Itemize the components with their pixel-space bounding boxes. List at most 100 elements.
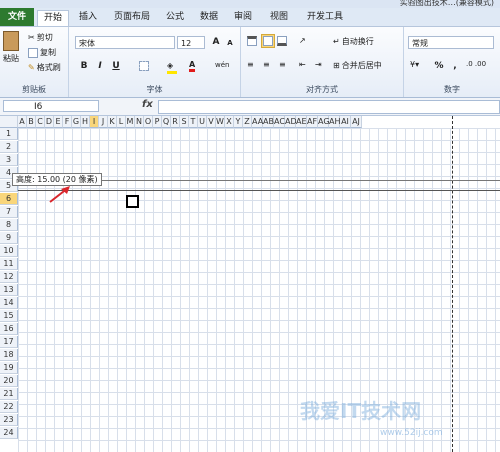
column-header-AA[interactable]: AA bbox=[252, 116, 263, 128]
increase-indent-button[interactable]: ⇥ bbox=[315, 60, 322, 69]
column-header-AD[interactable]: AD bbox=[285, 116, 297, 128]
underline-button[interactable]: U bbox=[109, 60, 123, 73]
tab-home[interactable]: 开始 bbox=[37, 10, 69, 26]
row-header-3[interactable]: 3 bbox=[0, 154, 18, 166]
decrease-indent-button[interactable]: ⇤ bbox=[299, 60, 306, 69]
align-top-button[interactable] bbox=[247, 36, 257, 46]
font-size-select[interactable]: 12 bbox=[177, 36, 205, 49]
bold-button[interactable]: B bbox=[77, 60, 91, 73]
row-header-10[interactable]: 10 bbox=[0, 245, 18, 257]
row-header-19[interactable]: 19 bbox=[0, 362, 18, 374]
merge-center-button[interactable]: ⊞ 合并后居中 bbox=[333, 60, 382, 71]
tab-file[interactable]: 文件 bbox=[0, 8, 34, 26]
column-header-V[interactable]: V bbox=[207, 116, 216, 128]
column-header-Y[interactable]: Y bbox=[234, 116, 243, 128]
name-box[interactable]: I6 bbox=[3, 100, 99, 112]
row-header-21[interactable]: 21 bbox=[0, 388, 18, 400]
number-format-select[interactable]: 常规 bbox=[408, 36, 494, 49]
row-header-13[interactable]: 13 bbox=[0, 284, 18, 296]
border-button[interactable] bbox=[139, 61, 149, 71]
row-header-15[interactable]: 15 bbox=[0, 310, 18, 322]
function-icon[interactable]: fx bbox=[142, 99, 153, 110]
font-name-select[interactable]: 宋体 bbox=[75, 36, 175, 49]
column-header-AC[interactable]: AC bbox=[274, 116, 285, 128]
column-header-Z[interactable]: Z bbox=[243, 116, 252, 128]
cut-button[interactable]: ✂ 剪切 bbox=[28, 32, 53, 43]
row-header-7[interactable]: 7 bbox=[0, 206, 18, 218]
column-header-X[interactable]: X bbox=[225, 116, 234, 128]
column-header-P[interactable]: P bbox=[153, 116, 162, 128]
comma-button[interactable]: , bbox=[448, 60, 462, 73]
row-header-16[interactable]: 16 bbox=[0, 323, 18, 335]
column-header-E[interactable]: E bbox=[54, 116, 63, 128]
row-header-1[interactable]: 1 bbox=[0, 128, 18, 140]
column-header-AE[interactable]: AE bbox=[296, 116, 307, 128]
column-header-W[interactable]: W bbox=[216, 116, 225, 128]
row-header-23[interactable]: 23 bbox=[0, 414, 18, 426]
paste-button[interactable]: 粘贴 bbox=[3, 31, 19, 64]
tab-insert[interactable]: 插入 bbox=[74, 10, 102, 25]
column-header-C[interactable]: C bbox=[36, 116, 45, 128]
grow-font-button[interactable]: A bbox=[209, 36, 223, 49]
format-painter-button[interactable]: ✎ 格式刷 bbox=[28, 62, 61, 73]
column-header-G[interactable]: G bbox=[72, 116, 81, 128]
orientation-button[interactable]: ↗ bbox=[299, 36, 306, 45]
column-header-D[interactable]: D bbox=[45, 116, 54, 128]
align-left-button[interactable]: ≡ bbox=[247, 60, 254, 69]
currency-button[interactable]: ¥▾ bbox=[410, 60, 419, 69]
row-header-6[interactable]: 6 bbox=[0, 193, 18, 205]
align-middle-button[interactable] bbox=[261, 34, 275, 48]
tab-page-layout[interactable]: 页面布局 bbox=[108, 10, 156, 25]
column-header-AJ[interactable]: AJ bbox=[351, 116, 362, 128]
fill-color-button[interactable]: ◈ bbox=[167, 61, 177, 74]
tab-developer[interactable]: 开发工具 bbox=[302, 10, 348, 25]
row-header-12[interactable]: 12 bbox=[0, 271, 18, 283]
formula-input[interactable] bbox=[158, 100, 500, 114]
row-header-2[interactable]: 2 bbox=[0, 141, 18, 153]
column-header-O[interactable]: O bbox=[144, 116, 153, 128]
italic-button[interactable]: I bbox=[93, 60, 107, 73]
column-header-F[interactable]: F bbox=[63, 116, 72, 128]
align-right-button[interactable]: ≡ bbox=[279, 60, 286, 69]
column-header-A[interactable]: A bbox=[18, 116, 27, 128]
row-header-22[interactable]: 22 bbox=[0, 401, 18, 413]
shrink-font-button[interactable]: A bbox=[223, 37, 237, 50]
percent-button[interactable]: % bbox=[432, 60, 446, 73]
align-center-button[interactable]: ≡ bbox=[263, 60, 270, 69]
align-bottom-button[interactable] bbox=[277, 36, 287, 46]
tab-review[interactable]: 审阅 bbox=[230, 10, 256, 25]
column-header-AB[interactable]: AB bbox=[263, 116, 274, 128]
column-header-AI[interactable]: AI bbox=[340, 116, 351, 128]
row-header-17[interactable]: 17 bbox=[0, 336, 18, 348]
wrap-text-button[interactable]: ↵ 自动换行 bbox=[333, 36, 374, 47]
tab-formulas[interactable]: 公式 bbox=[162, 10, 188, 25]
row-header-24[interactable]: 24 bbox=[0, 427, 18, 439]
column-header-U[interactable]: U bbox=[198, 116, 207, 128]
column-header-J[interactable]: J bbox=[99, 116, 108, 128]
column-header-L[interactable]: L bbox=[117, 116, 126, 128]
column-header-H[interactable]: H bbox=[81, 116, 90, 128]
tab-view[interactable]: 视图 bbox=[266, 10, 292, 25]
column-header-M[interactable]: M bbox=[126, 116, 135, 128]
column-header-T[interactable]: T bbox=[189, 116, 198, 128]
column-header-AG[interactable]: AG bbox=[318, 116, 330, 128]
column-header-R[interactable]: R bbox=[171, 116, 180, 128]
decimal-buttons[interactable]: .0 .00 bbox=[466, 60, 486, 68]
tab-data[interactable]: 数据 bbox=[196, 10, 222, 25]
font-color-button[interactable]: A bbox=[189, 60, 196, 72]
column-header-N[interactable]: N bbox=[135, 116, 144, 128]
column-header-AF[interactable]: AF bbox=[307, 116, 318, 128]
row-header-11[interactable]: 11 bbox=[0, 258, 18, 270]
row-header-14[interactable]: 14 bbox=[0, 297, 18, 309]
column-header-AH[interactable]: AH bbox=[329, 116, 341, 128]
row-header-9[interactable]: 9 bbox=[0, 232, 18, 244]
phonetic-button[interactable]: wén bbox=[215, 61, 229, 69]
column-header-B[interactable]: B bbox=[27, 116, 36, 128]
column-header-I[interactable]: I bbox=[90, 116, 99, 128]
column-header-S[interactable]: S bbox=[180, 116, 189, 128]
row-header-18[interactable]: 18 bbox=[0, 349, 18, 361]
row-header-20[interactable]: 20 bbox=[0, 375, 18, 387]
copy-button[interactable]: 复制 bbox=[28, 47, 56, 58]
column-header-Q[interactable]: Q bbox=[162, 116, 171, 128]
select-all-corner[interactable] bbox=[0, 116, 18, 128]
